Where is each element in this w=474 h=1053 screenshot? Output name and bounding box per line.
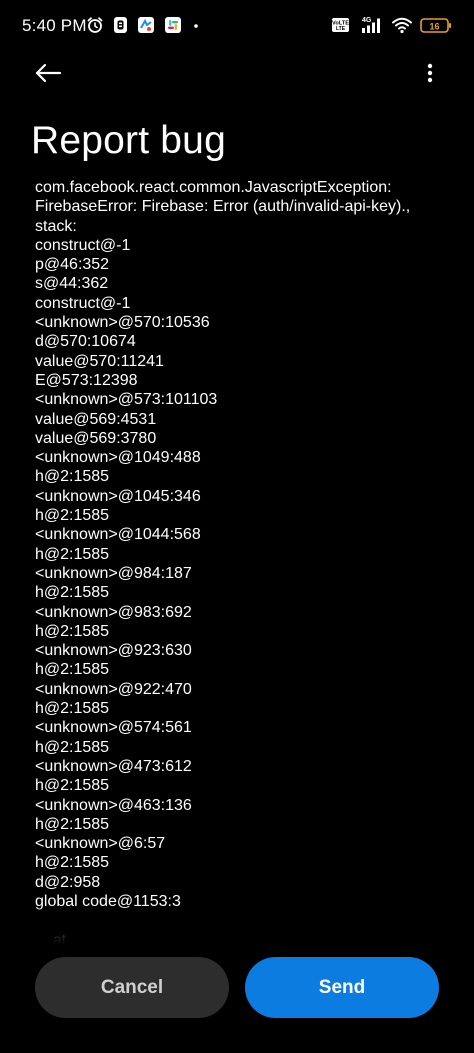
- signal-icon: 4G: [358, 15, 384, 40]
- svg-text:LTE: LTE: [336, 26, 346, 32]
- alarm-clock-icon: [86, 16, 104, 39]
- dot-icon: [191, 16, 201, 39]
- send-button[interactable]: Send: [245, 957, 439, 1018]
- volte-icon: VoLTE LTE: [331, 16, 351, 39]
- status-icons-right: VoLTE LTE 4G 16: [331, 15, 452, 40]
- app-badge-icon: [137, 16, 155, 39]
- arrow-left-icon: [34, 62, 62, 89]
- status-icons-left: [86, 16, 201, 39]
- notification-app-icon: [113, 16, 128, 39]
- status-bar: 5:40 PM VoLTE LTE 4G 16: [0, 0, 474, 54]
- cancel-button[interactable]: Cancel: [35, 957, 229, 1018]
- more-vertical-icon: [427, 62, 433, 89]
- more-options-button[interactable]: [414, 57, 446, 93]
- bug-report-text[interactable]: com.facebook.react.common.JavascriptExce…: [35, 178, 455, 944]
- slack-icon: [164, 16, 182, 39]
- svg-text:16: 16: [429, 21, 439, 31]
- svg-text:4G: 4G: [362, 17, 372, 24]
- battery-icon: 16: [420, 16, 452, 39]
- status-time: 5:40 PM: [22, 16, 87, 35]
- page-title: Report bug: [31, 119, 226, 162]
- back-button[interactable]: [28, 57, 68, 93]
- wifi-icon: [391, 16, 413, 39]
